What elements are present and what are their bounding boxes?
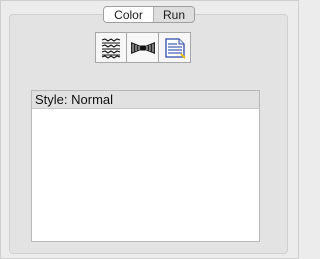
bowtie-icon [130,40,156,56]
style-list[interactable] [32,109,259,243]
style-panel-header: Style: Normal [32,91,259,109]
zigzag-lines-button[interactable] [95,32,127,63]
document-button[interactable] [159,32,191,63]
zigzag-lines-icon [100,37,122,59]
bowtie-button[interactable] [127,32,159,63]
tool-buttons [95,32,191,63]
style-panel: Style: Normal [31,90,260,242]
tab-color[interactable]: Color [104,7,154,22]
document-icon [164,37,186,59]
segmented-control: Color Run [103,6,195,23]
tab-run[interactable]: Run [154,7,194,22]
